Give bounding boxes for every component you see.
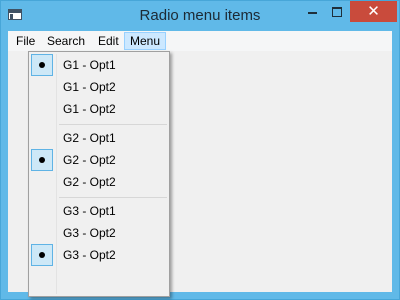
radio-check [31, 54, 53, 76]
maximize-icon [332, 6, 342, 17]
menu-item-label: G2 - Opt2 [63, 153, 116, 167]
menu-item-g3-opt2-b[interactable]: G3 - Opt2 [29, 244, 169, 266]
menu-item-g3-opt2[interactable]: G3 - Opt2 [29, 222, 169, 244]
menu-item-g1-opt2-b[interactable]: G1 - Opt2 [29, 98, 169, 120]
menu-file[interactable]: File [11, 32, 40, 50]
menu-item-label: G2 - Opt2 [63, 175, 116, 189]
menu-item-g1-opt1[interactable]: G1 - Opt1 [29, 54, 169, 76]
menu-search[interactable]: Search [42, 32, 90, 50]
close-button[interactable]: ✕ [350, 1, 397, 22]
menu-item-g2-opt2[interactable]: G2 - Opt2 [29, 149, 169, 171]
menu-item-label: G3 - Opt1 [63, 204, 116, 218]
menu-item-label: G1 - Opt1 [63, 58, 116, 72]
menu-item-g3-opt1[interactable]: G3 - Opt1 [29, 200, 169, 222]
menu-bar: File Search Edit Menu [8, 31, 392, 51]
menu-separator [59, 197, 167, 198]
menu-item-label: G1 - Opt2 [63, 80, 116, 94]
menu-item-g1-opt2[interactable]: G1 - Opt2 [29, 76, 169, 98]
menu-edit[interactable]: Edit [93, 32, 124, 50]
menu-menu[interactable]: Menu [124, 32, 167, 50]
client-area: File Search Edit Menu G1 - Opt1 G1 - Opt… [8, 31, 392, 297]
menu-dropdown: G1 - Opt1 G1 - Opt2 G1 - Opt2 G2 - Opt1 … [28, 51, 170, 297]
app-window: Radio menu items ✕ File Search Edit Menu… [0, 0, 400, 300]
radio-dot-icon [39, 252, 45, 258]
title-bar[interactable]: Radio menu items ✕ [1, 1, 399, 31]
radio-dot-icon [39, 157, 45, 163]
menu-item-label: G3 - Opt2 [63, 226, 116, 240]
radio-dot-icon [39, 62, 45, 68]
menu-item-g2-opt2-b[interactable]: G2 - Opt2 [29, 171, 169, 193]
menu-item-label: G3 - Opt2 [63, 248, 116, 262]
maximize-button[interactable] [324, 2, 350, 22]
menu-separator [59, 124, 167, 125]
minimize-button[interactable] [299, 2, 325, 22]
menu-item-label: G1 - Opt2 [63, 102, 116, 116]
menu-item-label: G2 - Opt1 [63, 131, 116, 145]
radio-check [31, 244, 53, 266]
minimize-icon [307, 12, 317, 15]
menu-item-g2-opt1[interactable]: G2 - Opt1 [29, 127, 169, 149]
radio-check [31, 149, 53, 171]
